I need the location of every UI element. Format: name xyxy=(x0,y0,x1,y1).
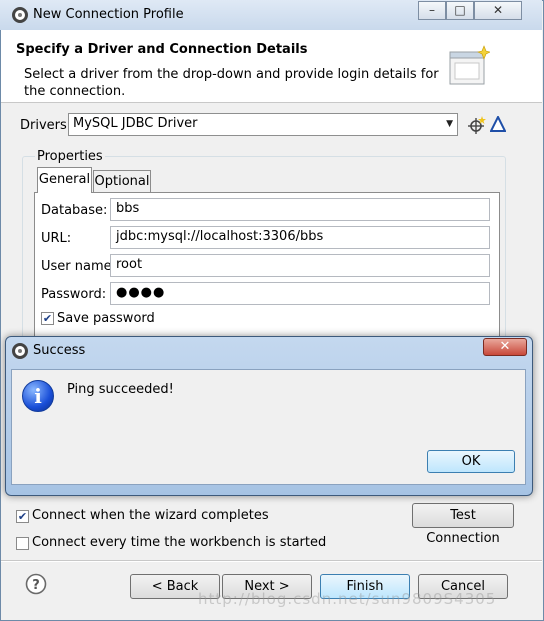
window-title: New Connection Profile xyxy=(33,7,184,22)
new-driver-icon[interactable] xyxy=(468,116,486,134)
dialog-message: Ping succeeded! xyxy=(67,382,174,397)
connect-every-time-label: Connect every time the workbench is star… xyxy=(32,535,327,550)
minimize-button[interactable]: – xyxy=(418,1,446,20)
save-password-checkbox[interactable]: ✔ xyxy=(41,312,54,325)
eclipse-app-icon xyxy=(12,7,28,23)
save-password-label: Save password xyxy=(57,311,155,326)
svg-text:?: ? xyxy=(32,578,40,593)
maximize-button[interactable]: □ xyxy=(446,1,474,20)
connect-every-time-checkbox[interactable] xyxy=(16,537,29,550)
dialog-title: Success xyxy=(33,343,86,358)
connect-on-finish-checkbox[interactable]: ✔ xyxy=(16,510,29,523)
url-input[interactable]: jdbc:mysql://localhost:3306/bbs xyxy=(110,226,490,249)
username-label: User name: xyxy=(41,259,117,274)
tab-general[interactable]: General xyxy=(37,167,92,193)
eclipse-app-icon xyxy=(12,343,28,359)
drivers-label: Drivers: xyxy=(20,118,72,133)
ok-button[interactable]: OK xyxy=(427,450,515,473)
dialog-close-button[interactable]: ✕ xyxy=(483,338,527,356)
footer-divider xyxy=(1,560,542,562)
database-input[interactable]: bbs xyxy=(110,198,490,221)
wizard-title: Specify a Driver and Connection Details xyxy=(16,42,308,57)
drivers-select[interactable]: MySQL JDBC Driver ▼ xyxy=(68,113,458,136)
url-label: URL: xyxy=(41,231,72,246)
username-input[interactable]: root xyxy=(110,254,490,277)
test-connection-button[interactable]: Test Connection xyxy=(412,503,514,546)
close-button[interactable]: ✕ xyxy=(474,1,522,20)
chevron-down-icon: ▼ xyxy=(446,119,453,129)
drivers-select-value: MySQL JDBC Driver xyxy=(73,116,198,131)
wizard-banner-icon xyxy=(449,45,490,85)
properties-group-label: Properties xyxy=(35,149,105,164)
tab-optional[interactable]: Optional xyxy=(93,170,151,192)
database-label: Database: xyxy=(41,203,108,218)
watermark-text: http://blog.csdn.net/sun9809S4305 xyxy=(198,590,497,608)
connect-on-finish-label: Connect when the wizard completes xyxy=(32,508,269,523)
password-label: Password: xyxy=(41,287,107,302)
password-input[interactable]: ●●●● xyxy=(110,282,490,305)
wizard-description: Select a driver from the drop-down and p… xyxy=(24,67,439,99)
help-icon[interactable]: ? xyxy=(25,573,47,595)
edit-driver-icon[interactable] xyxy=(490,116,506,132)
info-icon: i xyxy=(22,380,54,412)
